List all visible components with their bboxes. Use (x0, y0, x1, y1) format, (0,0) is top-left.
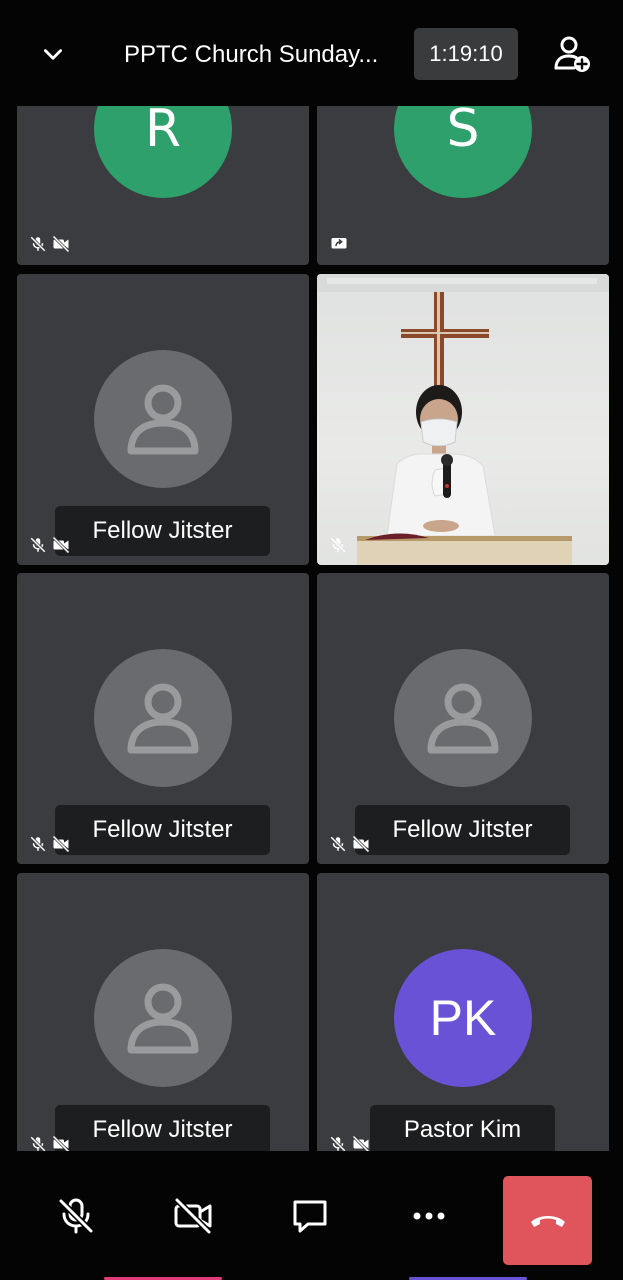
participant-tile[interactable]: Fellow Jitster (317, 573, 609, 864)
invite-participant-button[interactable] (548, 30, 596, 78)
mic-off-icon (330, 836, 346, 852)
avatar: PK (394, 949, 532, 1087)
participant-name: Fellow Jitster (355, 805, 570, 855)
camera-off-icon (352, 835, 370, 853)
tile-status-icons (329, 835, 371, 853)
toggle-mic-button[interactable] (51, 1191, 101, 1241)
mic-off-icon (330, 1136, 346, 1151)
participant-name: Pastor Kim (370, 1105, 555, 1151)
tile-status-icons (329, 536, 347, 554)
tile-status-icons (29, 235, 71, 253)
toggle-camera-button[interactable] (168, 1191, 218, 1241)
camera-off-icon (52, 235, 70, 253)
mic-off-icon (30, 836, 46, 852)
screen-share-icon (331, 238, 347, 249)
participant-tile[interactable]: Fellow Jitster (17, 573, 309, 864)
mic-off-icon (58, 1198, 94, 1234)
collapse-button[interactable] (28, 30, 78, 80)
chat-icon (293, 1200, 327, 1233)
hangup-icon (530, 1215, 565, 1227)
person-placeholder-icon (127, 983, 199, 1054)
participant-tile[interactable]: Fellow Jitster (17, 873, 309, 1151)
person-placeholder-icon (427, 683, 499, 754)
mic-off-icon (30, 537, 46, 553)
person-placeholder-icon (127, 384, 199, 455)
avatar: R (94, 106, 232, 198)
add-person-icon (554, 36, 590, 72)
video-frame (317, 274, 609, 565)
participant-name: Fellow Jitster (55, 805, 270, 855)
tile-status-icons (329, 235, 349, 253)
header: PPTC Church Sunday... 1:19:10 (0, 0, 623, 106)
more-icon (413, 1212, 445, 1220)
tile-status-icons (329, 1135, 371, 1151)
meeting-timer: 1:19:10 (414, 28, 518, 80)
hangup-button[interactable] (503, 1176, 592, 1265)
tile-status-icons (29, 835, 71, 853)
camera-off-icon (352, 1135, 370, 1151)
speaker-video (317, 274, 609, 565)
avatar: S (394, 106, 532, 198)
mic-off-icon (30, 1136, 46, 1151)
person-placeholder-icon (127, 683, 199, 754)
camera-off-icon (52, 835, 70, 853)
mic-off-icon (330, 537, 346, 553)
chevron-down-icon (44, 49, 62, 60)
participant-name: Fellow Jitster (55, 506, 270, 556)
participant-grid: R S Fellow Jitster Fellow Jitster Fellow… (0, 106, 623, 1151)
camera-off-icon (52, 1135, 70, 1151)
participant-tile[interactable]: PK Pastor Kim (317, 873, 609, 1151)
video-tile[interactable] (317, 274, 609, 565)
avatar (94, 649, 232, 787)
chat-button[interactable] (285, 1191, 335, 1241)
participant-name: Fellow Jitster (55, 1105, 270, 1151)
avatar (94, 350, 232, 488)
more-options-button[interactable] (404, 1191, 454, 1241)
mic-off-icon (30, 236, 46, 252)
participant-tile[interactable]: S (317, 106, 609, 265)
participant-tile[interactable]: R (17, 106, 309, 265)
tile-status-icons (29, 536, 71, 554)
avatar (394, 649, 532, 787)
camera-off-icon (52, 536, 70, 554)
meeting-title: PPTC Church Sunday... (124, 41, 379, 68)
avatar (94, 949, 232, 1087)
tile-status-icons (29, 1135, 71, 1151)
camera-off-icon (174, 1197, 212, 1235)
call-toolbar (0, 1151, 623, 1280)
participant-tile[interactable]: Fellow Jitster (17, 274, 309, 565)
